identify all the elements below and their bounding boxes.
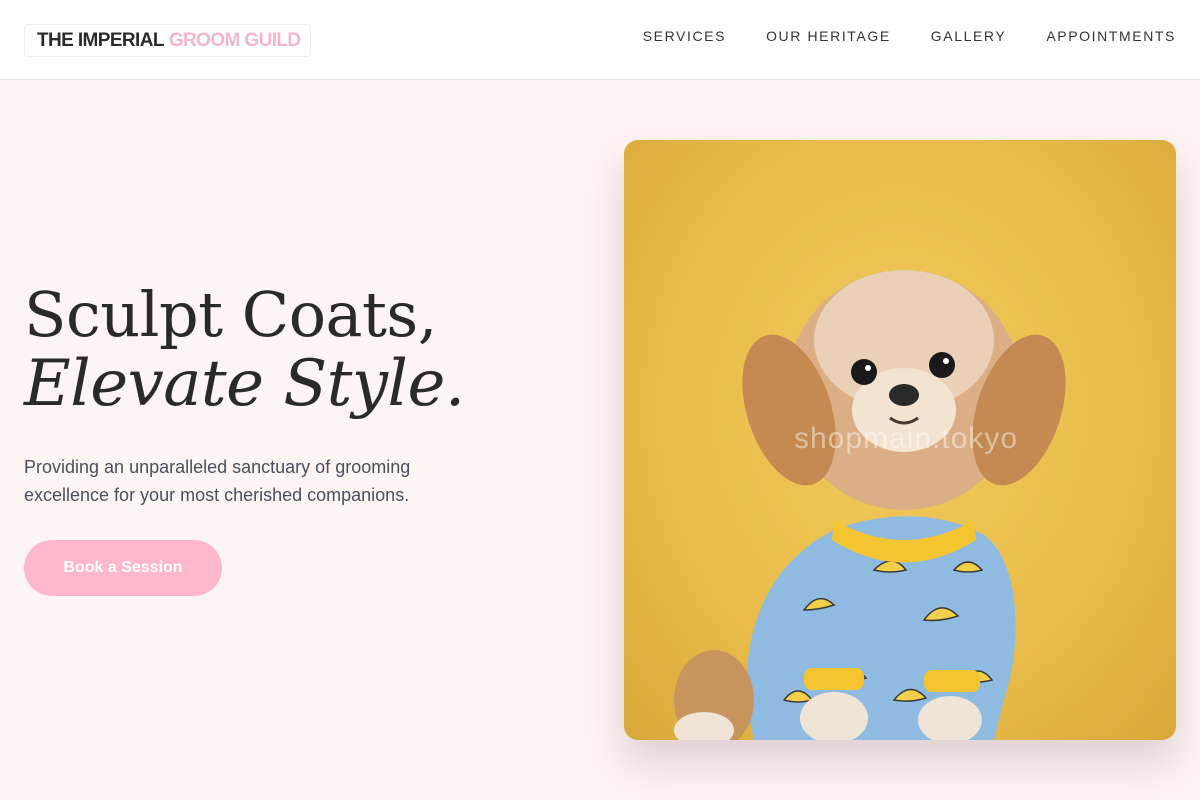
nav-link-gallery[interactable]: GALLERY xyxy=(931,28,1007,44)
hero-title: Sculpt Coats, Elevate Style. xyxy=(24,278,465,421)
hero-title-line2: Elevate Style. xyxy=(24,347,465,421)
hero-subtitle: Providing an unparalleled sanctuary of g… xyxy=(24,457,411,505)
logo-text-primary: THE IMPERIAL xyxy=(37,29,164,51)
book-session-button[interactable]: Book a Session xyxy=(24,540,222,596)
nav-link-services[interactable]: SERVICES xyxy=(643,28,726,44)
hero-title-line1: Sculpt Coats, xyxy=(24,278,437,351)
photo-watermark: shopmain.tokyo xyxy=(794,422,1019,455)
site-header: THE IMPERIAL GROOM GUILD SERVICES OUR HE… xyxy=(0,0,1200,80)
main-nav: SERVICES OUR HERITAGE GALLERY APPOINTMEN… xyxy=(643,28,1176,44)
logo-text-accent: GROOM GUILD xyxy=(168,29,301,51)
nav-link-appointments[interactable]: APPOINTMENTS xyxy=(1046,28,1176,44)
site-logo[interactable]: THE IMPERIAL GROOM GUILD xyxy=(24,24,311,57)
hero-photo: shopmain.tokyo xyxy=(624,140,1176,740)
nav-link-our-heritage[interactable]: OUR HERITAGE xyxy=(766,28,891,44)
